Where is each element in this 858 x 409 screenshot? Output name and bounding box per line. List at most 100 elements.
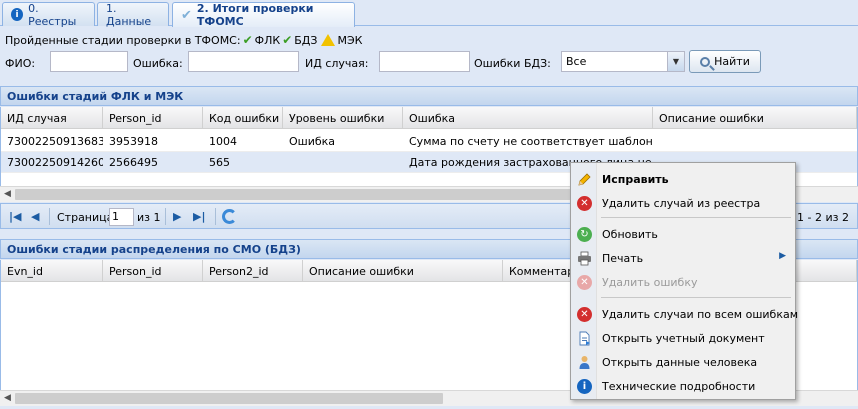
panel-flk-mek-header: Ошибки стадий ФЛК и МЭК — [0, 86, 858, 106]
scroll-left-icon[interactable]: ◀ — [4, 393, 11, 403]
stages-line: Пройденные стадии проверки в ТФОМС: ✔ ФЛ… — [5, 33, 362, 47]
menu-separator — [601, 297, 791, 298]
context-menu: Исправить ✕ Удалить случай из реестра ↻ … — [570, 162, 798, 400]
column-header[interactable]: Уровень ошибки — [283, 107, 403, 129]
warning-icon — [321, 34, 336, 46]
menu-separator — [601, 217, 791, 218]
check-icon: ✔ — [181, 7, 192, 23]
menu-item-label: Обновить — [602, 228, 658, 241]
menu-item-delete-all-cases[interactable]: ✕ Удалить случаи по всем ошибкам — [572, 303, 798, 325]
menu-item-label: Технические подробности — [602, 380, 756, 393]
column-header[interactable]: Описание ошибки — [303, 260, 503, 282]
separator — [215, 208, 216, 225]
table-row[interactable]: 730022509136835 3953918 1004 Ошибка Сумм… — [1, 131, 857, 152]
menu-item-label: Удалить случай из реестра — [602, 197, 761, 210]
pencil-icon — [577, 172, 592, 187]
column-header[interactable]: Evn_id — [1, 260, 103, 282]
stage-bdz: БДЗ — [294, 33, 318, 47]
delete-icon: ✕ — [577, 196, 592, 211]
column-header[interactable]: ИД случая — [1, 107, 103, 129]
menu-item-delete-error[interactable]: ✕ Удалить ошибку — [572, 271, 794, 293]
menu-item-open-document[interactable]: Открыть учетный документ — [572, 327, 794, 349]
fio-input[interactable] — [50, 51, 128, 72]
separator — [49, 208, 50, 225]
tab-label: 1. Данные — [106, 1, 152, 28]
scroll-left-icon[interactable]: ◀ — [4, 189, 11, 199]
delete-icon: ✕ — [577, 275, 592, 290]
menu-item-delete-case[interactable]: ✕ Удалить случай из реестра — [572, 192, 794, 214]
cell-error-level — [283, 152, 403, 173]
first-page-icon[interactable]: |◀ — [9, 210, 21, 223]
delete-icon: ✕ — [577, 307, 592, 322]
page-label: Страница — [57, 211, 114, 224]
tab-registries[interactable]: i 0. Реестры — [2, 1, 95, 28]
menu-item-print[interactable]: Печать ▶ — [572, 247, 794, 269]
info-icon: i — [11, 8, 24, 21]
search-icon — [700, 56, 711, 67]
error-input[interactable] — [188, 51, 299, 72]
document-icon — [577, 331, 592, 346]
page-of-label: из 1 — [137, 211, 161, 224]
cell-case-id: 730022509136835 — [7, 135, 103, 148]
menu-item-label: Удалить ошибку — [602, 276, 698, 289]
info-icon: i — [577, 379, 592, 394]
bdz-error-value: Все — [566, 55, 587, 68]
menu-item-label: Исправить — [602, 173, 669, 186]
prev-page-icon[interactable]: ◀ — [31, 210, 39, 223]
menu-item-label: Открыть учетный документ — [602, 332, 765, 345]
cell-error: Сумма по счету не соответствует шаблону… — [409, 135, 653, 148]
last-page-icon[interactable]: ▶| — [193, 210, 205, 223]
chevron-down-icon[interactable]: ▼ — [667, 52, 684, 71]
person-icon — [577, 355, 592, 370]
case-id-input[interactable] — [379, 51, 470, 72]
menu-item-label: Печать — [602, 252, 644, 265]
cell-person-id: 3953918 — [109, 135, 158, 148]
scrollbar-thumb[interactable] — [15, 393, 443, 404]
cell-error-code: 565 — [209, 156, 230, 169]
grid-header: ИД случая Person_id Код ошибки Уровень о… — [1, 107, 857, 129]
bdz-error-select[interactable]: Все ▼ — [561, 51, 685, 72]
refresh-icon[interactable] — [222, 209, 237, 224]
column-header[interactable]: Описание ошибки — [653, 107, 857, 129]
menu-item-open-person[interactable]: Открыть данные человека — [572, 351, 794, 373]
tab-data[interactable]: 1. Данные — [97, 1, 169, 28]
error-label: Ошибка: — [133, 57, 183, 70]
menu-item-refresh[interactable]: ↻ Обновить — [572, 223, 794, 245]
panel-title: Ошибки стадий ФЛК и МЭК — [7, 90, 184, 103]
tab-bar: i 0. Реестры 1. Данные ✔ 2. Итоги провер… — [0, 0, 858, 28]
menu-item-label: Удалить случаи по всем ошибкам — [602, 308, 799, 321]
column-header[interactable]: Person_id — [103, 260, 203, 282]
scrollbar-thumb[interactable] — [15, 189, 575, 200]
menu-item-technical-details[interactable]: i Технические подробности — [572, 375, 794, 397]
panel-title: Ошибки стадии распределения по СМО (БДЗ) — [7, 243, 301, 256]
stage-flk: ФЛК — [254, 33, 281, 47]
separator — [165, 208, 166, 225]
printer-icon — [577, 251, 592, 266]
stages-label: Пройденные стадии проверки в ТФОМС: — [5, 33, 241, 47]
find-button-label: Найти — [714, 55, 750, 68]
filter-panel: Пройденные стадии проверки в ТФОМС: ✔ ФЛ… — [0, 27, 858, 84]
tab-tfoms-results[interactable]: ✔ 2. Итоги проверки ТФОМС — [172, 2, 355, 28]
case-id-label: ИД случая: — [305, 57, 369, 70]
column-header[interactable]: Ошибка — [403, 107, 653, 129]
column-header[interactable]: Person_id — [103, 107, 203, 129]
find-button[interactable]: Найти — [689, 50, 761, 73]
cell-error-level: Ошибка — [289, 135, 336, 148]
fio-label: ФИО: — [5, 57, 36, 70]
check-icon: ✔ — [242, 33, 253, 47]
submenu-arrow-icon: ▶ — [779, 251, 786, 261]
next-page-icon[interactable]: ▶ — [173, 210, 181, 223]
menu-item-label: Открыть данные человека — [602, 356, 758, 369]
refresh-icon: ↻ — [577, 227, 592, 242]
check-icon: ✔ — [282, 33, 293, 47]
column-header[interactable]: Person2_id — [203, 260, 303, 282]
cell-case-id: 730022509142600 — [7, 156, 103, 169]
menu-item-edit[interactable]: Исправить — [572, 168, 794, 190]
tab-label: 0. Реестры — [28, 1, 77, 28]
stage-mek: МЭК — [337, 33, 363, 47]
cell-person-id: 2566495 — [109, 156, 158, 169]
column-header[interactable]: Код ошибки — [203, 107, 283, 129]
bdz-error-label: Ошибки БДЗ: — [474, 57, 551, 70]
page-input[interactable]: 1 — [109, 208, 134, 226]
tab-label: 2. Итоги проверки ТФОМС — [196, 2, 314, 28]
